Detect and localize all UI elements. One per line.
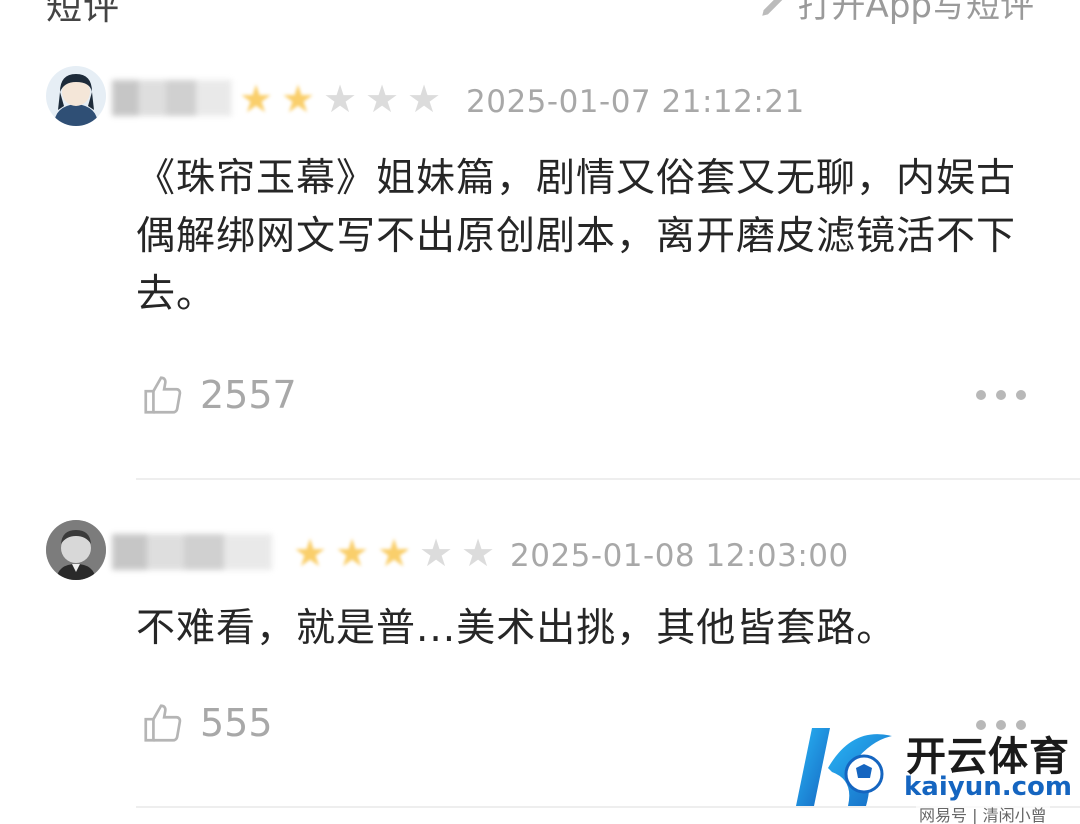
thumb-up-icon bbox=[144, 376, 182, 414]
avatar[interactable] bbox=[46, 520, 106, 580]
like-count: 555 bbox=[200, 701, 273, 745]
rating-blur bbox=[232, 78, 326, 118]
kaiyun-logo bbox=[796, 728, 892, 806]
comment-text: 不难看，就是普...美术出挑，其他皆套路。 bbox=[136, 606, 897, 651]
star-icon: ★ bbox=[418, 531, 454, 575]
section-title: 短评 bbox=[46, 0, 121, 28]
avatar[interactable] bbox=[46, 66, 106, 126]
comment-page: 短评 打开App写短评 ★ ★ ★ ★ ★ 2025-01-07 21:12:2… bbox=[0, 0, 1080, 824]
star-icon: ★ bbox=[364, 77, 400, 121]
more-icon[interactable] bbox=[976, 390, 1026, 400]
star-icon: ★ bbox=[406, 77, 442, 121]
divider bbox=[136, 478, 1080, 480]
comment-text: 《珠帘玉幕》姐妹篇，剧情又俗套又无聊，内娱古偶解绑网文写不出原创剧本，离开磨皮滤… bbox=[136, 156, 1017, 317]
username-blurred[interactable] bbox=[112, 534, 272, 570]
comment-timestamp: 2025-01-08 12:03:00 bbox=[510, 538, 849, 574]
write-review-button[interactable]: 打开App写短评 bbox=[758, 0, 1034, 27]
watermark: 开云体育 kaiyun.com 网易号 | 清闲小曾 bbox=[792, 722, 1080, 824]
thumb-up-icon bbox=[144, 704, 182, 742]
rating-blur bbox=[286, 532, 406, 572]
like-button[interactable]: 555 bbox=[140, 700, 273, 746]
comment-timestamp: 2025-01-07 21:12:21 bbox=[466, 84, 805, 120]
star-icon: ★ bbox=[460, 531, 496, 575]
pencil-icon bbox=[761, 0, 782, 16]
like-button[interactable]: 2557 bbox=[140, 372, 297, 418]
watermark-brand-en: kaiyun.com bbox=[904, 772, 1072, 802]
username-blurred[interactable] bbox=[112, 80, 232, 116]
write-review-label: 打开App写短评 bbox=[797, 0, 1034, 26]
like-count: 2557 bbox=[200, 373, 297, 417]
watermark-source: 网易号 | 清闲小曾 bbox=[916, 802, 1050, 824]
star-icon: ★ bbox=[322, 77, 358, 121]
